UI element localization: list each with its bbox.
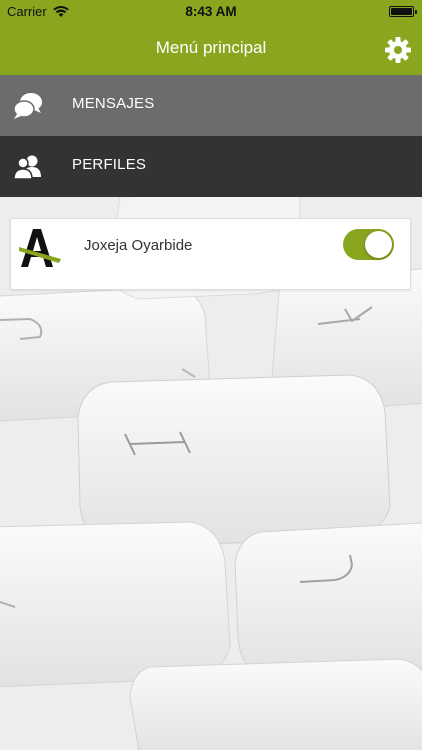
profile-name: Joxeja Oyarbide	[84, 237, 193, 254]
profile-card[interactable]: Joxeja Oyarbide	[10, 218, 411, 290]
users-icon	[13, 155, 41, 180]
brand-logo-icon	[19, 229, 61, 267]
menu-item-label: MENSAJES	[72, 95, 155, 112]
page-title: Menú principal	[155, 38, 267, 57]
nav-bar: Menú principal	[0, 24, 422, 75]
toggle-knob	[365, 231, 392, 258]
menu-item-mensajes[interactable]: MENSAJES	[0, 75, 422, 136]
battery-icon	[389, 6, 417, 17]
status-time: 8:43 AM	[185, 4, 237, 19]
status-bar: Carrier 8:43 AM	[0, 0, 422, 24]
menu-item-label: PERFILES	[72, 156, 147, 173]
gear-icon[interactable]	[384, 36, 412, 64]
menu-item-perfiles[interactable]: PERFILES	[0, 136, 422, 197]
app-screen: Carrier 8:43 AM Menú principal MENSAJES …	[0, 0, 422, 750]
chat-bubbles-icon	[13, 93, 42, 119]
profile-toggle-switch[interactable]	[343, 229, 394, 260]
